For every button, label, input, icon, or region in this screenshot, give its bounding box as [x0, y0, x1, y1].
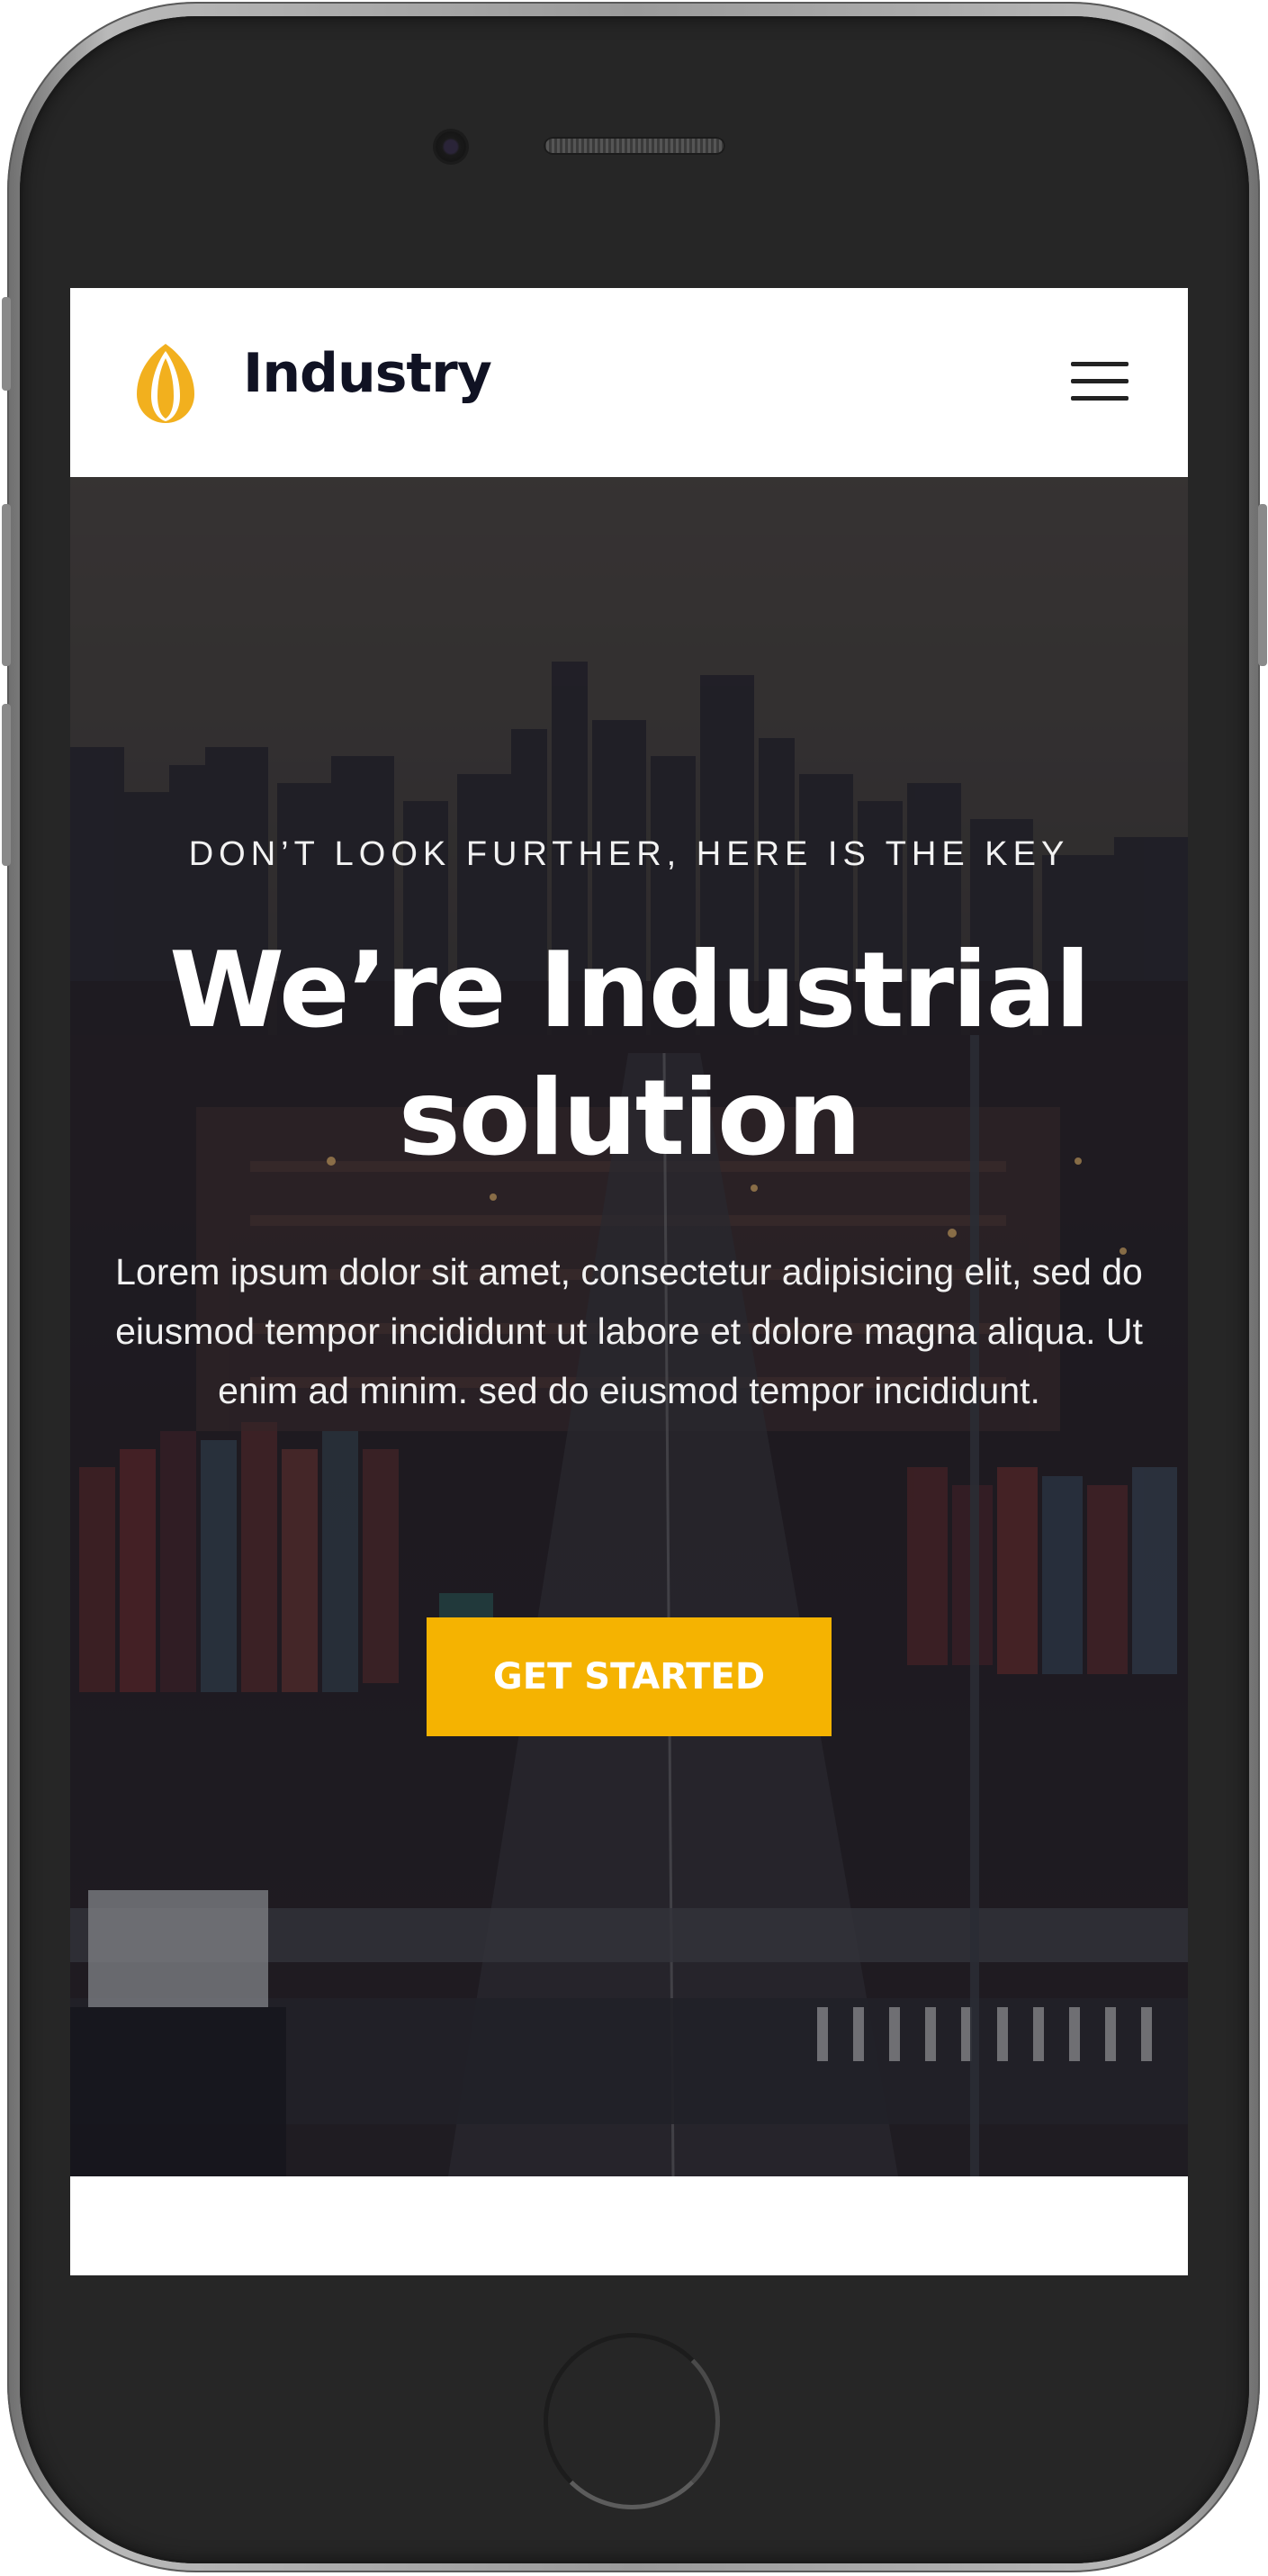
- phone-screen: Industry DON’T LOOK FURTHER, HERE IS THE…: [70, 288, 1188, 2275]
- hero-description: Lorem ipsum dolor sit amet, consectetur …: [115, 1251, 1143, 1411]
- front-camera: [436, 131, 466, 162]
- home-button[interactable]: [544, 2333, 720, 2509]
- hamburger-menu-icon[interactable]: [1071, 362, 1129, 403]
- hero-eyebrow: DON’T LOOK FURTHER, HERE IS THE KEY: [188, 835, 1070, 873]
- volume-up-button: [2, 504, 11, 666]
- flame-petal-logo-icon[interactable]: [121, 338, 211, 428]
- earpiece-speaker: [544, 137, 725, 155]
- volume-down-button: [2, 704, 11, 866]
- get-started-button[interactable]: GET STARTED: [427, 1617, 832, 1736]
- navbar: Industry: [70, 288, 1188, 477]
- mute-switch: [2, 297, 11, 391]
- hero-headline: We’re Industrial solution: [169, 930, 1091, 1179]
- brand-name[interactable]: Industry: [243, 342, 492, 405]
- power-button: [1258, 504, 1267, 666]
- hero-section: DON’T LOOK FURTHER, HERE IS THE KEY We’r…: [70, 477, 1188, 2176]
